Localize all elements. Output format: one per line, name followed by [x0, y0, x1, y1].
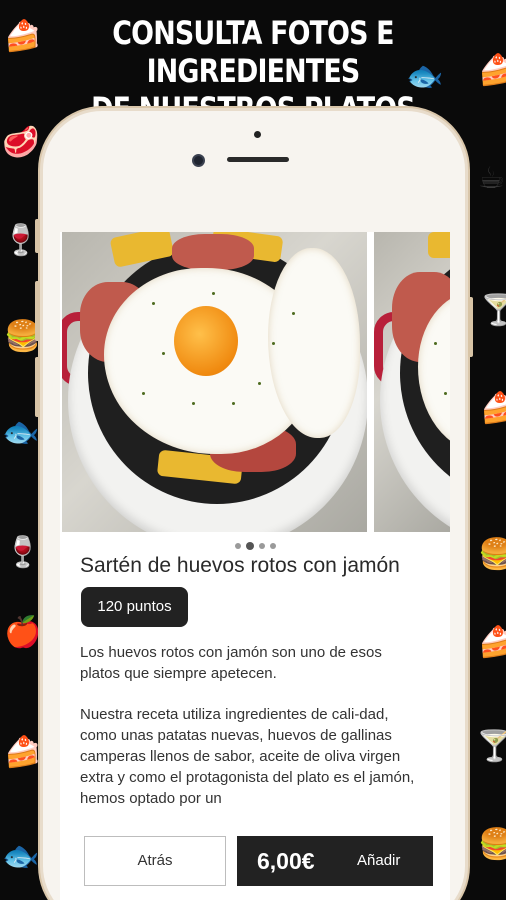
fish-icon: 🐟 — [2, 839, 40, 874]
carousel-indicator[interactable] — [60, 542, 450, 550]
fish-icon: 🐟 — [2, 415, 40, 450]
carousel-dot[interactable] — [269, 543, 276, 549]
app-screen: Sartén de huevos rotos con jamón 120 pun… — [60, 232, 450, 900]
headline-line-1: CONSULTA FOTOS E INGREDIENTES — [112, 14, 394, 90]
action-bar: Atrás 6,00€ Añadir — [60, 820, 450, 900]
phone-mockup: Sartén de huevos rotos con jamón 120 pun… — [35, 108, 473, 900]
apple-icon: 🍎 — [4, 615, 42, 650]
add-to-cart-button[interactable]: 6,00€ Añadir — [237, 836, 433, 886]
phone-camera — [192, 154, 205, 167]
wine-glass-icon: 🍷 — [4, 535, 42, 570]
cocktail-icon: 🍸 — [480, 293, 506, 328]
phone-sensor — [254, 131, 261, 138]
cake-icon: 🍰 — [4, 19, 42, 54]
carousel-dot[interactable] — [258, 543, 265, 549]
carousel-dot[interactable] — [234, 543, 241, 549]
price-label: 6,00€ — [257, 848, 315, 874]
burger-icon: 🍔 — [478, 827, 506, 862]
dish-description-p1: Los huevos rotos con jamón son uno de es… — [80, 644, 382, 682]
phone-side-button — [35, 219, 40, 253]
dish-description-p2: Nuestra receta utiliza ingredientes de c… — [80, 706, 415, 807]
cake-icon: 🍰 — [4, 735, 42, 770]
dish-title: Sartén de huevos rotos con jamón — [80, 554, 400, 577]
egg-yolk — [174, 306, 238, 376]
carousel-dot-active[interactable] — [245, 542, 254, 550]
next-dish-photo[interactable] — [374, 232, 450, 532]
wine-glass-icon: 🍷 — [2, 223, 40, 258]
steak-icon: 🥩 — [2, 125, 40, 160]
add-label: Añadir — [357, 852, 401, 869]
phone-power-button — [468, 297, 473, 357]
cake-icon: 🍰 — [480, 391, 506, 426]
dish-photo[interactable] — [62, 232, 367, 532]
phone-volume-up — [35, 281, 40, 341]
cup-icon: ☕ — [478, 161, 505, 196]
cake-icon: 🍰 — [478, 53, 506, 88]
burger-icon: 🍔 — [478, 537, 506, 572]
points-badge: 120 puntos — [81, 587, 188, 627]
photo-carousel[interactable] — [62, 232, 450, 532]
cake-icon: 🍰 — [478, 625, 506, 660]
phone-speaker — [227, 157, 289, 162]
martini-icon: 🍸 — [476, 729, 506, 764]
phone-volume-down — [35, 357, 40, 417]
back-button[interactable]: Atrás — [84, 836, 226, 886]
